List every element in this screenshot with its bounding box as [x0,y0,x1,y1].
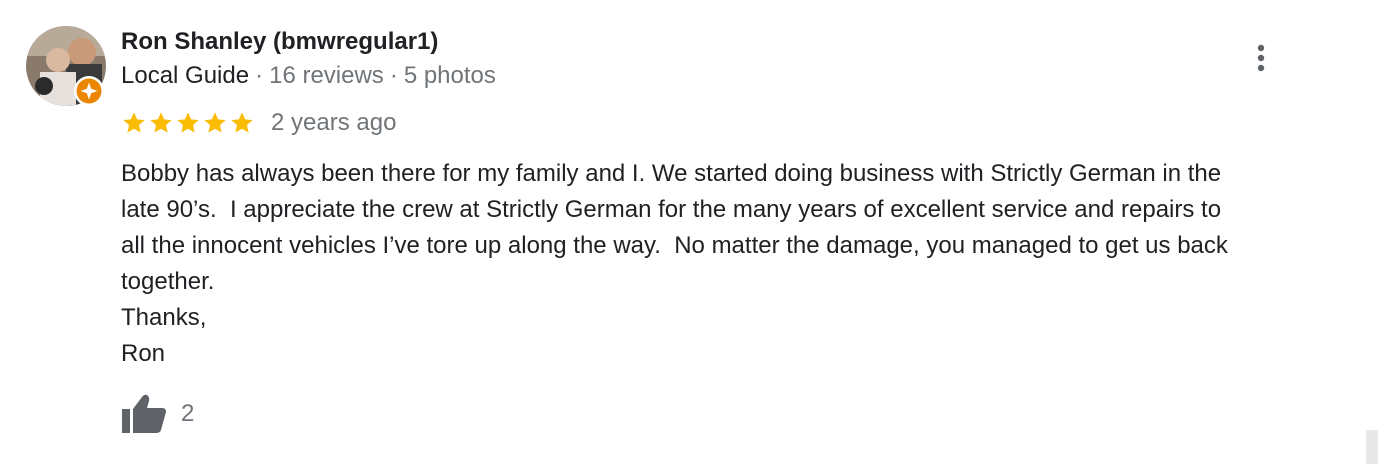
thumb-up-icon [122,394,166,433]
review-date: 2 years ago [271,109,397,136]
local-guide-badge-icon [73,75,105,107]
star-rating [121,110,255,136]
star-icon [148,110,174,136]
like-row: 2 [121,392,194,436]
star-icon [121,110,147,136]
star-icon [202,110,228,136]
review-text: Bobby has always been there for my famil… [121,160,1228,367]
scrollbar-thumb[interactable] [1366,430,1378,464]
reviews-count: 16 reviews [269,62,384,89]
more-vert-icon [1257,44,1265,72]
photos-count: 5 photos [403,62,496,89]
meta-separator: · [255,62,264,89]
like-button[interactable] [121,393,167,435]
star-icon [229,110,255,136]
local-guide-label: Local Guide [121,62,250,89]
like-count: 2 [181,400,195,427]
reviewer-name[interactable]: Ron Shanley (bmwregular1) [121,28,438,56]
review-card: Ron Shanley (bmwregular1) Local Guide · 16… [0,0,1380,464]
more-options-button[interactable] [1246,40,1276,76]
rating-row: 2 years ago [121,108,396,138]
meta-separator: · [389,62,398,89]
star-icon [175,110,201,136]
reviewer-meta: Local Guide · 16 reviews · 5 photos [121,62,496,90]
